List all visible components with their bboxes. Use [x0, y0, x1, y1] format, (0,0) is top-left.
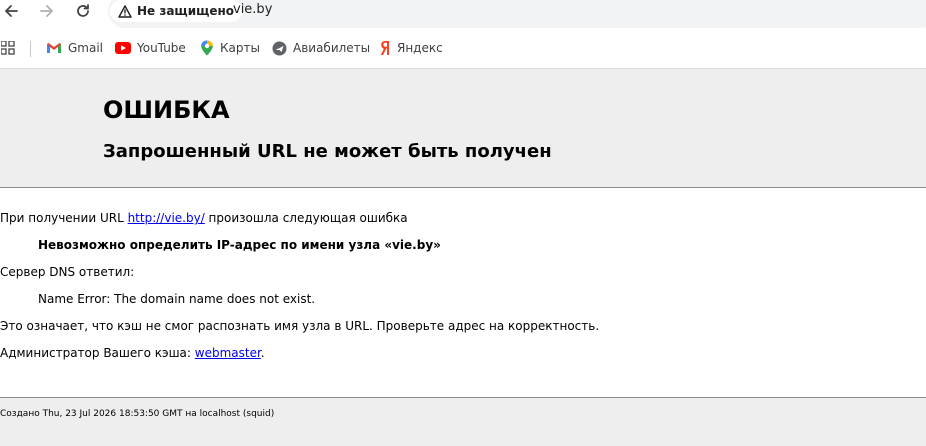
intro-text: При получении URL http://vie.by/ произош…: [0, 211, 408, 225]
bookmarks-bar: Gmail YouTube Карты Авиабилеты Яндекс: [0, 34, 926, 62]
requested-url-link[interactable]: http://vie.by/: [128, 211, 205, 225]
apps-grid-icon[interactable]: [1, 41, 15, 55]
admin-after: .: [260, 346, 265, 360]
bookmark-youtube[interactable]: YouTube: [115, 39, 186, 57]
bookmark-yandex[interactable]: Яндекс: [379, 39, 443, 57]
bookmark-label: Карты: [220, 41, 260, 55]
reload-button[interactable]: [72, 0, 94, 22]
forward-button[interactable]: [36, 0, 58, 22]
arrow-right-icon: [40, 5, 53, 17]
flights-icon: [272, 41, 287, 55]
error-message: Невозможно определить IP-адрес по имени …: [38, 238, 441, 252]
yandex-icon: [380, 41, 389, 55]
bookmark-flights[interactable]: Авиабилеты: [272, 39, 370, 57]
bookmark-label: Авиабилеты: [293, 41, 371, 55]
gmail-icon: [47, 43, 61, 53]
bookmark-label: Яндекс: [397, 41, 443, 55]
arrow-left-icon: [5, 5, 18, 17]
page-title: ОШИБКА: [103, 96, 230, 124]
back-button[interactable]: [0, 0, 22, 22]
url-text[interactable]: vie.by: [233, 2, 272, 17]
bookmark-label: Gmail: [68, 41, 104, 55]
browser-toolbar: Не защищено vie.by: [0, 0, 926, 28]
dns-label: Сервер DNS ответил:: [0, 265, 135, 279]
maps-icon: [201, 40, 213, 56]
bookmark-maps[interactable]: Карты: [200, 39, 260, 57]
page-subtitle: Запрошенный URL не может быть получен: [103, 141, 552, 162]
youtube-icon: [115, 42, 131, 54]
error-header: ОШИБКА Запрошенный URL не может быть пол…: [0, 69, 926, 188]
reload-icon: [77, 4, 89, 17]
footer-text: Создано Thu, 23 Jul 2026 18:53:50 GMT на…: [0, 409, 275, 419]
admin-before: Администратор Вашего кэша:: [0, 346, 195, 360]
explanation-text: Это означает, что кэш не смог распознать…: [0, 319, 600, 333]
security-chip[interactable]: Не защищено: [110, 0, 243, 22]
webmaster-link[interactable]: webmaster: [195, 346, 261, 360]
bookmark-label: YouTube: [137, 41, 186, 55]
warning-icon: [118, 4, 132, 18]
dns-reply: Name Error: The domain name does not exi…: [38, 292, 316, 306]
security-label: Не защищено: [137, 4, 235, 18]
admin-text: Администратор Вашего кэша: webmaster.: [0, 346, 265, 360]
intro-before: При получении URL: [0, 211, 128, 225]
footer: [0, 398, 926, 446]
intro-after: произошла следующая ошибка: [204, 211, 408, 225]
bookmarks-divider: [30, 41, 31, 57]
bookmark-gmail[interactable]: Gmail: [46, 39, 103, 57]
